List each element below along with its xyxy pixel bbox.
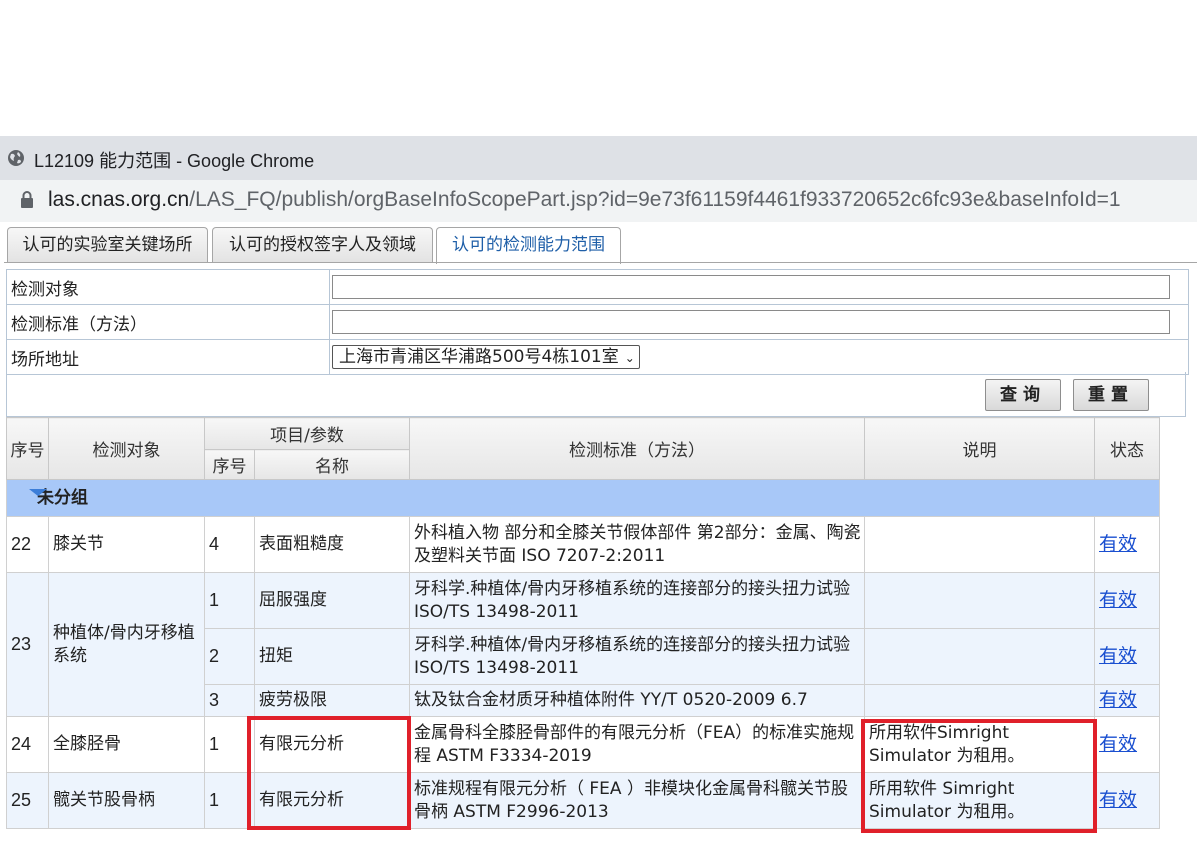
row-standard: 金属骨科全膝胫骨部件的有限元分析（FEA）的标准实施规程 ASTM F3334-… <box>409 716 865 773</box>
header-sub-seq: 序号 <box>204 449 255 480</box>
status-link[interactable]: 有效 <box>1099 789 1137 811</box>
row-status-cell: 有效 <box>1094 772 1160 829</box>
row-note <box>864 516 1095 573</box>
status-link[interactable]: 有效 <box>1099 533 1137 555</box>
standard-input[interactable] <box>332 310 1170 334</box>
lock-icon[interactable] <box>21 191 33 209</box>
row-status-cell: 有效 <box>1094 572 1160 629</box>
object-label: 检测对象 <box>6 269 330 305</box>
row-name: 屈服强度 <box>254 572 410 629</box>
site-label: 场所地址 <box>6 339 330 375</box>
tab-key-sites[interactable]: 认可的实验室关键场所 <box>7 227 208 262</box>
header-note: 说明 <box>864 417 1095 480</box>
row-standard: 牙科学.种植体/骨内牙移植系统的连接部分的接头扭力试验 ISO/TS 13498… <box>409 628 865 685</box>
table-row: 23 种植体/骨内牙移植系统 1 屈服强度 牙科学.种植体/骨内牙移植系统的连接… <box>6 572 1160 717</box>
status-link[interactable]: 有效 <box>1099 589 1137 611</box>
row-sub-seq: 2 <box>204 628 255 685</box>
row-name: 疲劳极限 <box>254 684 410 717</box>
url-text[interactable]: las.cnas.org.cn/LAS_FQ/publish/orgBaseIn… <box>48 188 1121 212</box>
highlight-box-note <box>861 719 1097 833</box>
filter-form: 检测对象 检测标准（方法） 场所地址 上海市青浦区华浦路500号4栋101室 ⌄ <box>6 269 1189 375</box>
collapse-triangle-icon[interactable] <box>29 489 47 496</box>
row-object: 膝关节 <box>48 516 205 573</box>
row-status-cell: 有效 <box>1094 628 1160 685</box>
row-status-cell: 有效 <box>1094 516 1160 573</box>
status-link[interactable]: 有效 <box>1099 733 1137 755</box>
table-row: 22 膝关节 4 表面粗糙度 外科植入物 部分和全膝关节假体部件 第2部分：金属… <box>6 516 1160 573</box>
object-cell <box>329 269 1189 305</box>
row-object: 全膝胫骨 <box>48 716 205 773</box>
site-cell: 上海市青浦区华浦路500号4栋101室 ⌄ <box>329 339 1189 375</box>
row-seq: 23 <box>6 572 49 717</box>
row-object: 髋关节股骨柄 <box>48 772 205 829</box>
standard-label: 检测标准（方法） <box>6 304 330 340</box>
tab-divider <box>4 262 1197 263</box>
status-link[interactable]: 有效 <box>1099 645 1137 667</box>
header-object: 检测对象 <box>48 417 205 480</box>
row-note <box>864 572 1095 629</box>
row-name: 扭矩 <box>254 628 410 685</box>
row-name: 表面粗糙度 <box>254 516 410 573</box>
row-seq: 24 <box>6 716 49 773</box>
row-standard: 钛及钛合金材质牙种植体附件 YY/T 0520-2009 6.7 <box>409 684 865 717</box>
header-item-param: 项目/参数 <box>204 417 410 450</box>
globe-icon <box>8 150 24 166</box>
header-status: 状态 <box>1094 417 1160 480</box>
site-select-value: 上海市青浦区华浦路500号4栋101室 <box>339 347 619 367</box>
highlight-box-name <box>247 716 411 830</box>
status-link[interactable]: 有效 <box>1099 689 1137 711</box>
row-object: 种植体/骨内牙移植系统 <box>48 572 205 717</box>
row-sub-seq: 1 <box>204 572 255 629</box>
header-standard: 检测标准（方法） <box>409 417 865 480</box>
url-host: las.cnas.org.cn <box>48 188 190 211</box>
row-sub-seq: 3 <box>204 684 255 717</box>
tab-signatories[interactable]: 认可的授权签字人及领域 <box>212 227 433 262</box>
url-path: /LAS_FQ/publish/orgBaseInfoScopePart.jsp… <box>189 188 1121 211</box>
standard-cell <box>329 304 1189 340</box>
object-input[interactable] <box>332 275 1170 299</box>
row-seq: 25 <box>6 772 49 829</box>
reset-button[interactable]: 重置 <box>1073 379 1149 411</box>
row-standard: 外科植入物 部分和全膝关节假体部件 第2部分：金属、陶瓷及塑料关节面 ISO 7… <box>409 516 865 573</box>
site-select[interactable]: 上海市青浦区华浦路500号4栋101室 ⌄ <box>332 345 640 369</box>
row-status-cell: 有效 <box>1094 684 1160 717</box>
row-standard: 标准规程有限元分析（ FEA ）非模块化金属骨科髋关节股骨柄 ASTM F299… <box>409 772 865 829</box>
header-seq: 序号 <box>6 417 49 480</box>
row-seq: 22 <box>6 516 49 573</box>
chevron-down-icon: ⌄ <box>624 351 635 365</box>
header-name: 名称 <box>254 449 410 480</box>
row-note <box>864 684 1095 717</box>
row-sub-seq: 4 <box>204 516 255 573</box>
row-standard: 牙科学.种植体/骨内牙移植系统的连接部分的接头扭力试验 ISO/TS 13498… <box>409 572 865 629</box>
query-button[interactable]: 查询 <box>985 379 1061 411</box>
tab-testing-scope[interactable]: 认可的检测能力范围 <box>436 227 621 264</box>
window-title: L12109 能力范围 - Google Chrome <box>34 151 315 171</box>
group-row[interactable]: 未分组 <box>6 479 1160 517</box>
row-note <box>864 628 1095 685</box>
row-status-cell: 有效 <box>1094 716 1160 773</box>
